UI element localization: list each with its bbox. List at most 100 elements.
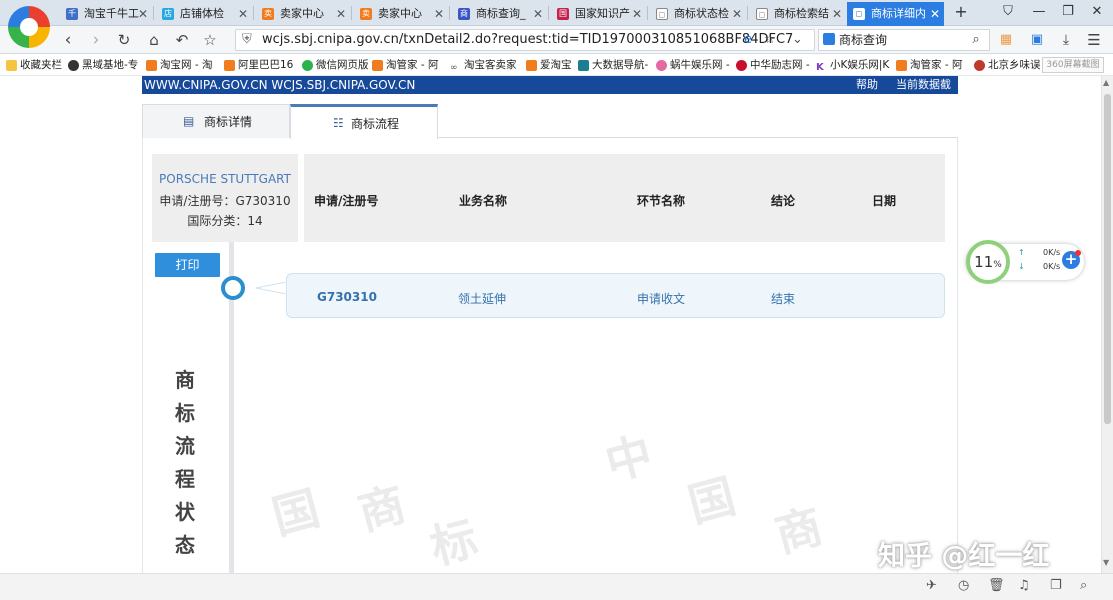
bookmark-item[interactable]: 爱淘宝 — [526, 57, 572, 73]
vertical-scrollbar[interactable]: ▲ ▼ — [1101, 76, 1113, 573]
menu-icon[interactable]: ☰ — [1082, 28, 1106, 52]
window-icon[interactable]: ❐ — [1050, 578, 1062, 593]
zoom-icon[interactable]: ⌕ — [1080, 578, 1087, 593]
tab-favicon-icon: 卖 — [360, 8, 372, 20]
tab-trademark-process[interactable]: ☷ 商标流程 — [290, 104, 438, 139]
minimize-icon[interactable]: — — [1024, 0, 1054, 24]
bookmark-item[interactable]: 黑域基地-专 — [68, 57, 138, 73]
trademark-name: PORSCHE STUTTGART — [159, 172, 291, 186]
cell-business: 领土延伸 — [458, 292, 507, 306]
bookmark-icon — [146, 60, 157, 71]
tab-label: 商标详情 — [204, 115, 253, 129]
tab-close-icon[interactable]: ✕ — [238, 2, 248, 26]
accelerate-plus-icon[interactable]: + — [1062, 250, 1081, 269]
browser-logo-icon[interactable] — [8, 6, 50, 48]
column-header-conclusion: 结论 — [771, 194, 796, 208]
bookmark-item[interactable]: 淘管家 - 阿 — [372, 57, 438, 73]
tab-close-icon[interactable]: ✕ — [732, 2, 742, 26]
refresh-icon[interactable]: ↻ — [112, 28, 136, 52]
tab-trademark-detail[interactable]: ▤ 商标详情 — [142, 104, 290, 138]
folder-icon — [6, 60, 17, 71]
tab-label: 卖家中心 — [378, 7, 422, 20]
bookmark-item[interactable]: 淘管家 - 阿 — [896, 57, 962, 73]
download-speed: 0K/s — [1043, 262, 1061, 271]
scrollbar-thumb[interactable] — [1104, 94, 1111, 424]
table-header: 申请/注册号 业务名称 环节名称 结论 日期 — [304, 154, 945, 242]
speed-widget[interactable]: 11% ↑ 0K/s ↓ 0K/s + — [966, 240, 1084, 284]
tab-7[interactable]: ◻ 商标状态检 ✕ — [650, 2, 746, 26]
chevron-down-icon[interactable]: ⌄ — [792, 30, 803, 50]
close-window-icon[interactable]: ✕ — [1082, 0, 1112, 24]
forward-icon[interactable]: › — [84, 28, 108, 52]
star-icon[interactable]: ☆ — [198, 28, 222, 52]
tab-label: 商标状态检 — [674, 7, 729, 20]
undo-icon[interactable]: ↶ — [170, 28, 194, 52]
bookmark-icon — [974, 60, 985, 71]
trash-icon[interactable]: 🗑 — [988, 578, 1005, 593]
tab-close-icon[interactable]: ✕ — [434, 2, 444, 26]
sound-icon[interactable]: ♫ — [1018, 578, 1030, 593]
bookmark-item[interactable]: 微信网页版 — [302, 57, 369, 73]
url-text: wcjs.sbj.cnipa.gov.cn/txnDetail2.do?requ… — [262, 32, 794, 47]
tab-close-icon[interactable]: ✕ — [930, 2, 940, 26]
tab-favicon-icon: 店 — [162, 8, 174, 20]
column-header-reg-no: 申请/注册号 — [314, 194, 379, 208]
bookmark-folder[interactable]: 收藏夹栏 — [6, 57, 62, 73]
home-icon[interactable]: ⌂ — [142, 28, 166, 52]
page-content: 中 国 商 商 标 国 WWW.CNIPA.GOV.CN WCJS.SBJ.CN… — [0, 76, 1101, 573]
bookmark-item[interactable]: 蜗牛娱乐网 - — [656, 57, 730, 73]
tab-close-icon[interactable]: ✕ — [632, 2, 642, 26]
apps-grid-icon[interactable]: ▦ — [994, 28, 1018, 52]
bookmark-item[interactable]: 中华励志网 - — [736, 57, 810, 73]
screenshot-tooltip: 360屏幕截图 — [1042, 57, 1104, 73]
screenshot-icon[interactable]: ▣ — [1025, 28, 1049, 52]
registration-number: 申请/注册号：G730310 — [159, 194, 291, 208]
bookmark-item[interactable]: 大数据导航- — [578, 57, 648, 73]
column-header-stage: 环节名称 — [637, 194, 686, 208]
bookmark-star-icon[interactable]: ☆ — [764, 30, 776, 50]
restore-icon[interactable]: ❐ — [1053, 0, 1083, 24]
bookmark-item[interactable]: 淘宝网 - 淘 — [146, 57, 212, 73]
scroll-up-icon[interactable]: ▲ — [1103, 78, 1109, 87]
download-icon[interactable]: ⤓ — [1054, 28, 1078, 52]
rocket-icon[interactable]: ✈ — [926, 578, 937, 593]
tab-label: 卖家中心 — [280, 7, 324, 20]
tab-close-icon[interactable]: ✕ — [533, 2, 543, 26]
bookmark-item[interactable]: ∞ 淘宝客卖家 — [450, 57, 517, 73]
back-icon[interactable]: ‹ — [56, 28, 80, 52]
address-bar[interactable]: ⛨ wcjs.sbj.cnipa.gov.cn/txnDetail2.do?re… — [235, 29, 815, 51]
tab-favicon-icon: 卖 — [262, 8, 274, 20]
tab-1[interactable]: 千 淘宝千牛工 ✕ — [60, 2, 152, 26]
tab-close-icon[interactable]: ✕ — [336, 2, 346, 26]
tab-close-icon[interactable]: ✕ — [832, 2, 842, 26]
tab-label: 淘宝千牛工 — [84, 7, 139, 20]
tab-5[interactable]: 商 商标查询_ ✕ — [452, 2, 547, 26]
credit-watermark: 知乎 @红一红 — [878, 541, 1050, 572]
document-icon: ◻ — [656, 8, 668, 20]
tab-2[interactable]: 店 店铺体检 ✕ — [156, 2, 252, 26]
tab-6[interactable]: 国 国家知识产 ✕ — [551, 2, 646, 26]
tab-close-icon[interactable]: ✕ — [138, 2, 148, 26]
ie-mode-icon[interactable]: e — [744, 30, 752, 50]
bookmark-item[interactable]: K 小K娱乐网|K — [816, 57, 889, 73]
shirt-skin-icon[interactable]: ⛉ — [993, 0, 1023, 24]
bookmark-item[interactable]: 阿里巴巴16 — [224, 57, 293, 73]
scroll-down-icon[interactable]: ▼ — [1103, 558, 1109, 567]
tab-bar: 千 淘宝千牛工 ✕ 店 店铺体检 ✕ 卖 卖家中心 ✕ 卖 卖家中心 ✕ 商 商… — [0, 0, 1113, 48]
search-icon[interactable]: ⌕ — [964, 28, 988, 52]
tab-8[interactable]: ◻ 商标检索结 ✕ — [750, 2, 846, 26]
tab-4[interactable]: 卖 卖家中心 ✕ — [354, 2, 448, 26]
bookmark-item[interactable]: 北京乡味误 — [974, 57, 1041, 73]
new-tab-button[interactable]: + — [946, 0, 976, 24]
history-icon[interactable]: ◷ — [958, 578, 969, 593]
cpu-usage-ring: 11% — [966, 240, 1010, 284]
infinity-icon: ∞ — [450, 60, 461, 73]
bookmark-icon — [896, 60, 907, 71]
status-bar: ✈ ◷ 🗑 ♫ ❐ ⌕ — [0, 573, 1113, 600]
bookmark-icon — [526, 60, 537, 71]
tab-3[interactable]: 卖 卖家中心 ✕ — [256, 2, 350, 26]
tab-active[interactable]: ◻ 商标详细内 ✕ — [847, 2, 944, 26]
help-link[interactable]: 帮助 — [856, 76, 878, 94]
print-button[interactable]: 打印 — [155, 253, 220, 277]
tab-favicon-icon: 商 — [458, 8, 470, 20]
